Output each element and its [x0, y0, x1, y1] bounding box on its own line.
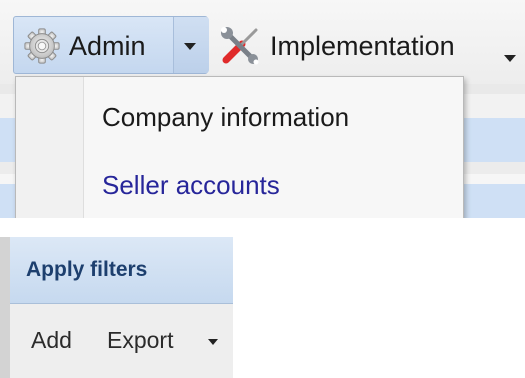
apply-filters-button[interactable]: Apply filters: [26, 257, 147, 283]
dropdown-icon-gutter: [16, 77, 84, 218]
apply-filters-bar[interactable]: Apply filters: [10, 237, 233, 304]
menu-item-seller-accounts[interactable]: Seller accounts: [102, 169, 280, 201]
bottom-panel: Apply filters Add Export: [0, 237, 233, 378]
screenshot-stage: Admin Implementation Company information…: [0, 0, 525, 378]
add-button[interactable]: Add: [31, 326, 72, 354]
admin-menu-label[interactable]: Admin: [69, 29, 146, 63]
menu-item-company-information[interactable]: Company information: [102, 101, 349, 133]
caret-down-icon[interactable]: [504, 55, 516, 62]
action-toolbar: Add Export: [10, 304, 233, 378]
top-panel: Admin Implementation Company information…: [0, 0, 525, 218]
caret-down-icon[interactable]: [208, 339, 218, 345]
tools-icon: [221, 27, 259, 65]
implementation-menu-button[interactable]: Implementation: [214, 16, 525, 74]
implementation-menu-label[interactable]: Implementation: [270, 29, 455, 63]
panel-left-border: [0, 237, 10, 378]
gear-icon: [24, 28, 60, 64]
caret-down-icon[interactable]: [184, 43, 196, 50]
export-button[interactable]: Export: [107, 326, 173, 354]
admin-menu-button[interactable]: Admin: [13, 16, 209, 74]
admin-dropdown-menu: Company information Seller accounts: [15, 76, 464, 218]
